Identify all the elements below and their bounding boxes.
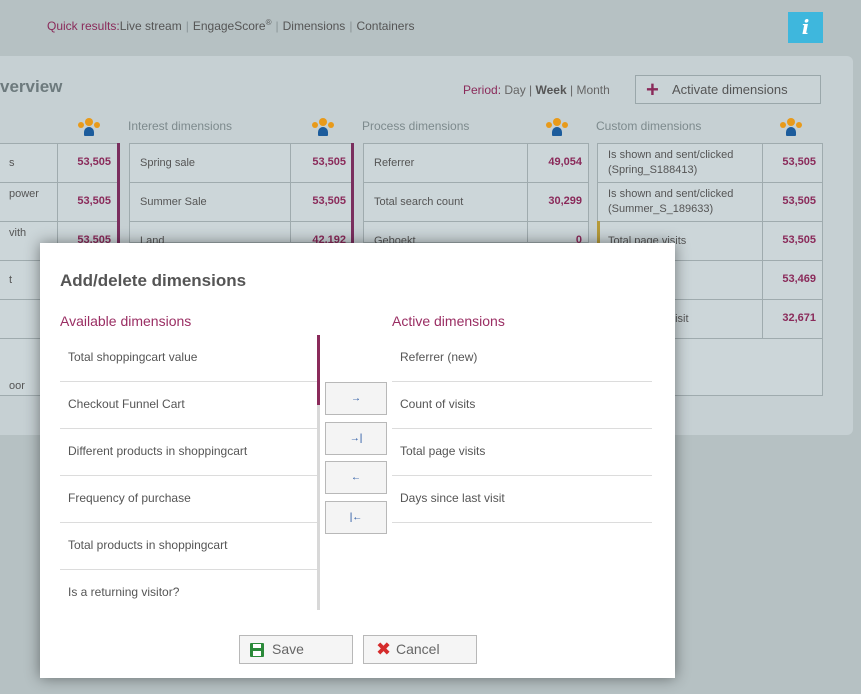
list-item[interactable]: Total page visits bbox=[392, 429, 652, 476]
list-item[interactable]: Frequency of purchase bbox=[60, 476, 317, 523]
list-item[interactable]: Is a returning visitor? bbox=[60, 570, 317, 610]
link-engagescore[interactable]: EngageScore® bbox=[193, 18, 272, 33]
list-item[interactable]: Count of visits bbox=[392, 382, 652, 429]
process-dimensions-table: Referrer 49,054 Total search count 30,299 … bbox=[363, 143, 589, 247]
people-icon[interactable] bbox=[312, 118, 334, 138]
activate-dimensions-button[interactable]: + Activate dimensions bbox=[635, 75, 821, 104]
column-title-process: Process dimensions bbox=[362, 119, 470, 133]
period-selector: Period: Day | Week | Month bbox=[463, 83, 610, 97]
table-row[interactable]: power 53,505 bbox=[0, 183, 117, 222]
people-icon[interactable] bbox=[78, 118, 100, 138]
separator: | bbox=[275, 19, 279, 33]
quick-results-label: Quick results: bbox=[47, 19, 120, 33]
link-containers[interactable]: Containers bbox=[356, 19, 414, 33]
table-row[interactable]: Spring sale 53,505 bbox=[130, 144, 352, 183]
close-icon: ✖ bbox=[376, 639, 392, 659]
list-item[interactable]: Different products in shoppingcart bbox=[60, 429, 317, 476]
save-label: Save bbox=[272, 641, 304, 657]
column-title-interest: Interest dimensions bbox=[128, 119, 233, 133]
save-icon bbox=[250, 643, 264, 657]
table-row[interactable]: Summer Sale 53,505 bbox=[130, 183, 352, 222]
table-row[interactable]: Is shown and sent/clicked (Summer_S_1896… bbox=[598, 183, 822, 222]
people-icon[interactable] bbox=[780, 118, 802, 138]
remove-all-button[interactable]: |← bbox=[325, 501, 387, 534]
table-row[interactable]: Referrer 49,054 bbox=[364, 144, 588, 183]
period-day[interactable]: Day bbox=[504, 83, 525, 97]
link-dimensions[interactable]: Dimensions bbox=[283, 19, 346, 33]
table-row[interactable]: s 53,505 bbox=[0, 144, 117, 183]
scrollbar-thumb[interactable] bbox=[317, 335, 320, 405]
list-item[interactable]: Referrer (new) bbox=[392, 335, 652, 382]
period-week[interactable]: Week bbox=[536, 83, 567, 97]
top-bar: Quick results:Live stream | EngageScore® | D… bbox=[0, 0, 861, 52]
cancel-button[interactable]: ✖ Cancel bbox=[363, 635, 477, 664]
add-delete-dimensions-dialog: Add/delete dimensions Available dimensio… bbox=[40, 243, 675, 678]
available-dimensions-title: Available dimensions bbox=[60, 313, 192, 329]
active-dimensions-list[interactable]: Referrer (new) Count of visits Total pag… bbox=[392, 335, 652, 523]
table-row[interactable]: Is shown and sent/clicked (Spring_S18841… bbox=[598, 144, 822, 183]
add-all-button[interactable]: →| bbox=[325, 422, 387, 455]
add-selected-button[interactable]: → bbox=[325, 382, 387, 415]
active-dimensions-title: Active dimensions bbox=[392, 313, 505, 329]
period-label: Period: bbox=[463, 83, 502, 97]
list-item[interactable]: Total products in shoppingcart bbox=[60, 523, 317, 570]
separator: | bbox=[185, 19, 189, 33]
scroll-accent bbox=[351, 143, 354, 243]
plus-icon: + bbox=[646, 77, 659, 102]
available-dimensions-list[interactable]: Total shoppingcart value Checkout Funnel… bbox=[60, 335, 320, 610]
separator: | bbox=[349, 19, 353, 33]
activate-dimensions-label: Activate dimensions bbox=[672, 82, 788, 97]
list-item[interactable]: Days since last visit bbox=[392, 476, 652, 523]
column-title-custom: Custom dimensions bbox=[596, 119, 702, 133]
people-icon[interactable] bbox=[546, 118, 568, 138]
table-row[interactable]: Total search count 30,299 bbox=[364, 183, 588, 222]
dialog-title: Add/delete dimensions bbox=[60, 271, 247, 290]
quick-results: Quick results:Live stream | EngageScore® | D… bbox=[47, 18, 414, 33]
link-live-stream[interactable]: Live stream bbox=[120, 19, 182, 33]
save-button[interactable]: Save bbox=[239, 635, 353, 664]
info-icon[interactable]: i bbox=[788, 12, 823, 43]
list-item[interactable]: Checkout Funnel Cart bbox=[60, 382, 317, 429]
remove-selected-button[interactable]: ← bbox=[325, 461, 387, 494]
cancel-label: Cancel bbox=[396, 641, 440, 657]
period-month[interactable]: Month bbox=[576, 83, 609, 97]
interest-dimensions-table: Spring sale 53,505 Summer Sale 53,505 Land… bbox=[129, 143, 353, 247]
page-title: verview bbox=[0, 77, 63, 96]
list-item[interactable]: Total shoppingcart value bbox=[60, 335, 317, 382]
scroll-accent bbox=[117, 143, 120, 243]
